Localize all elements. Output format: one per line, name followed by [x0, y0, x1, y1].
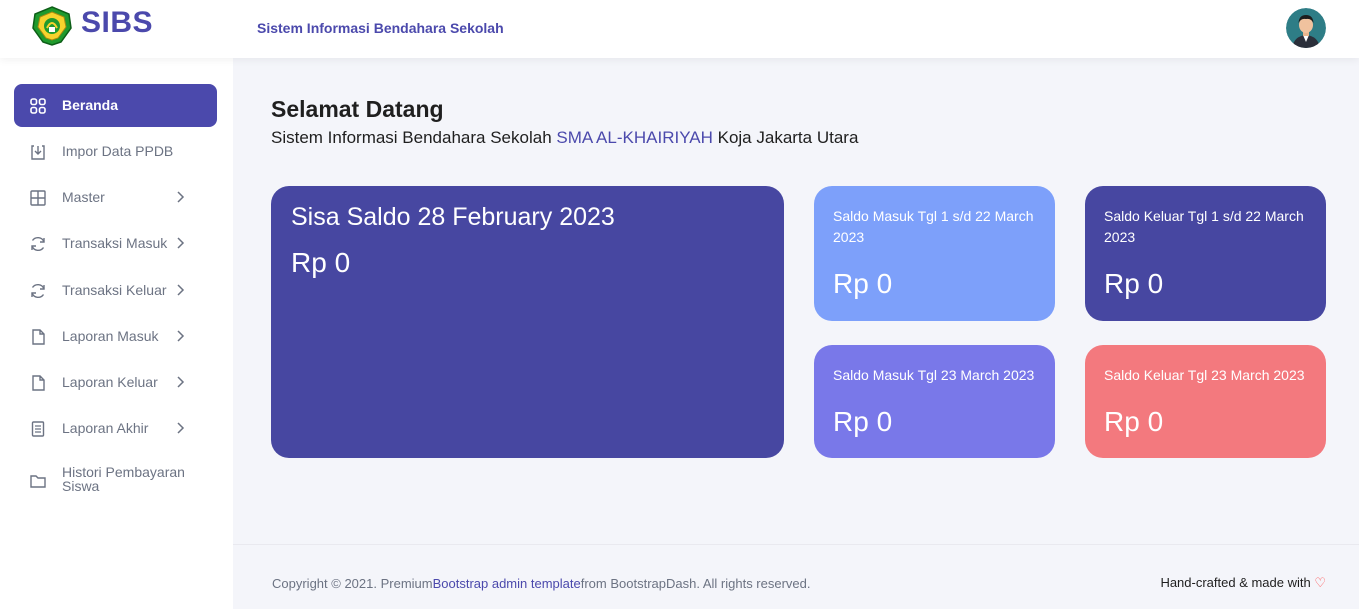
user-avatar-icon[interactable] — [1286, 8, 1326, 48]
sidebar-item-label: Beranda — [62, 97, 119, 113]
copyright-prefix: Copyright © 2021. Premium — [272, 576, 433, 591]
sidebar-item-transaksi-keluar[interactable]: Transaksi Keluar — [14, 269, 217, 312]
card-value: Rp 0 — [833, 406, 893, 437]
card-value: Rp 0 — [833, 268, 893, 299]
sidebar-item-histori-pembayaran-siswa[interactable]: Histori Pembayaran Siswa — [14, 456, 217, 504]
card-label: Saldo Keluar Tgl 23 March 2023 — [1104, 367, 1305, 383]
card-saldo-keluar-range: Saldo Keluar Tgl 1 s/d 22 March 2023 Rp … — [1085, 186, 1326, 321]
sidebar-item-master[interactable]: Master — [14, 176, 217, 219]
sidebar-item-label: Laporan Akhir — [62, 420, 149, 436]
sidebar-item-laporan-masuk[interactable]: Laporan Masuk — [14, 315, 217, 358]
card-value: Rp 0 — [1104, 268, 1164, 299]
card-label: Saldo Masuk Tgl 1 s/d 22 March 2023 — [833, 208, 1034, 245]
sidebar-item-label-line2: Siswa — [62, 478, 100, 494]
top-navbar: SIBS Sistem Informasi Bendahara Sekolah — [0, 0, 1359, 58]
sidebar-item-label: Master — [62, 189, 105, 205]
card-label: Sisa Saldo 28 February 2023 — [291, 203, 615, 231]
sidebar-item-laporan-keluar[interactable]: Laporan Keluar — [14, 361, 217, 404]
page-subtitle: Sistem Informasi Bendahara Sekolah SMA A… — [271, 128, 858, 148]
footer: Copyright © 2021. PremiumBootstrap admin… — [233, 544, 1359, 609]
sidebar-item-beranda[interactable]: Beranda — [14, 84, 217, 127]
credit-text: Hand-crafted & made with — [1160, 575, 1315, 590]
sidebar: Beranda Impor Data PPDB Master Transaksi… — [0, 58, 233, 609]
grid-icon — [30, 98, 46, 114]
subtitle-suffix: Koja Jakarta Utara — [712, 128, 859, 147]
sidebar-item-laporan-akhir[interactable]: Laporan Akhir — [14, 407, 217, 450]
sidebar-item-label: Laporan Masuk — [62, 328, 159, 344]
file-icon — [32, 375, 45, 391]
card-saldo-masuk-range: Saldo Masuk Tgl 1 s/d 22 March 2023 Rp 0 — [814, 186, 1055, 321]
sidebar-item-label: Laporan Keluar — [62, 374, 158, 390]
footer-credit: Hand-crafted & made with ♡ — [1160, 575, 1326, 591]
subtitle-prefix: Sistem Informasi Bendahara Sekolah — [271, 128, 557, 147]
document-icon — [31, 421, 45, 437]
sidebar-item-impor-data-ppdb[interactable]: Impor Data PPDB — [14, 130, 217, 173]
bootstrap-template-link[interactable]: Bootstrap admin template — [433, 576, 581, 591]
card-value: Rp 0 — [1104, 406, 1164, 437]
school-emblem-icon[interactable] — [31, 6, 73, 46]
footer-copyright: Copyright © 2021. PremiumBootstrap admin… — [272, 576, 811, 591]
sidebar-item-label: Transaksi Masuk — [62, 235, 168, 251]
card-label: Saldo Masuk Tgl 23 March 2023 — [833, 367, 1035, 383]
brand-name[interactable]: SIBS — [81, 6, 153, 40]
app-subtitle: Sistem Informasi Bendahara Sekolah — [257, 20, 504, 36]
refresh-icon — [31, 283, 45, 299]
chevron-right-icon — [177, 191, 185, 203]
table-icon — [30, 190, 46, 206]
refresh-icon — [31, 236, 45, 252]
chevron-right-icon — [177, 376, 185, 388]
card-saldo-keluar-day: Saldo Keluar Tgl 23 March 2023 Rp 0 — [1085, 345, 1326, 458]
card-saldo-masuk-day: Saldo Masuk Tgl 23 March 2023 Rp 0 — [814, 345, 1055, 458]
chevron-right-icon — [177, 237, 185, 249]
school-name: SMA AL-KHAIRIYAH — [556, 128, 713, 147]
download-icon — [31, 145, 45, 160]
sidebar-item-label: Impor Data PPDB — [62, 143, 174, 159]
heart-icon: ♡ — [1314, 575, 1326, 590]
card-sisa-saldo: Sisa Saldo 28 February 2023 Rp 0 — [271, 186, 784, 458]
card-value: Rp 0 — [291, 247, 351, 278]
chevron-right-icon — [177, 284, 185, 296]
chevron-right-icon — [177, 330, 185, 342]
sidebar-item-label: Transaksi Keluar — [62, 282, 167, 298]
chevron-right-icon — [177, 422, 185, 434]
page-title: Selamat Datang — [271, 96, 444, 122]
sidebar-item-transaksi-masuk[interactable]: Transaksi Masuk — [14, 222, 217, 265]
file-icon — [32, 329, 45, 345]
folder-icon — [30, 475, 46, 488]
card-label: Saldo Keluar Tgl 1 s/d 22 March 2023 — [1104, 208, 1304, 245]
copyright-suffix: from BootstrapDash. All rights reserved. — [580, 576, 811, 591]
